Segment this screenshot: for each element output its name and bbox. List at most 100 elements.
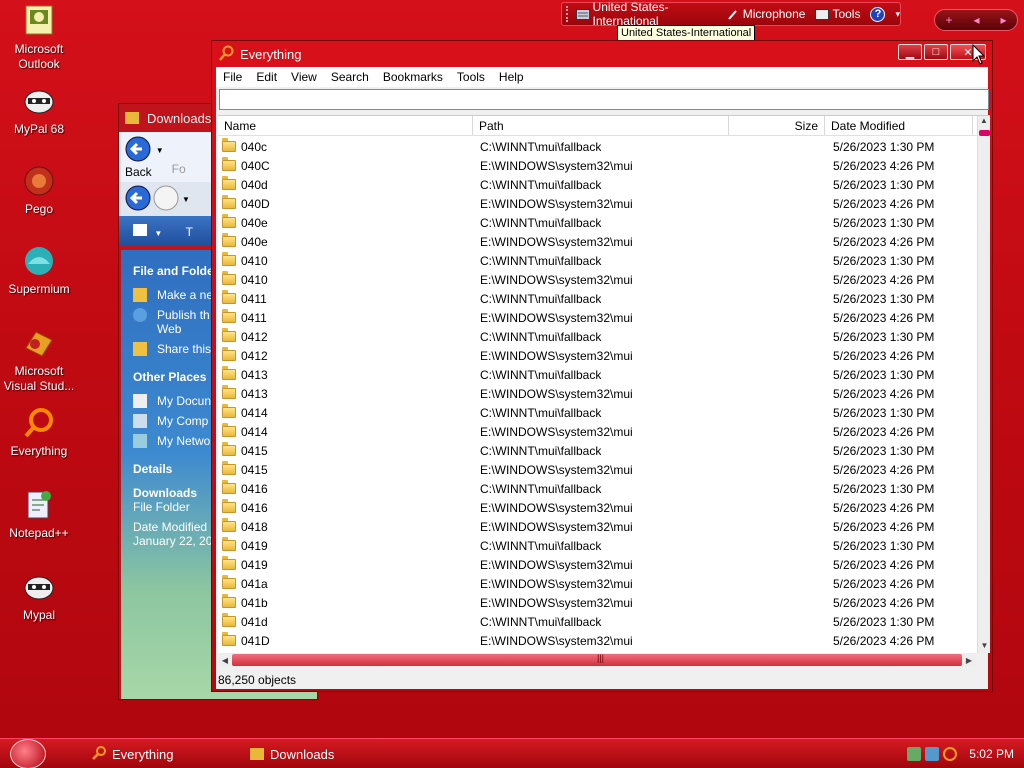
back-button[interactable]: Back <box>125 136 152 179</box>
scroll-thumb[interactable] <box>979 130 990 136</box>
column-date-modified[interactable]: Date Modified <box>825 116 973 135</box>
nav-forward-icon[interactable] <box>153 185 179 214</box>
table-row[interactable]: 041d C:\WINNT\mui\fallback 5/26/2023 1:30 … <box>218 612 978 631</box>
table-row[interactable]: 0414 E:\WINDOWS\system32\mui 5/26/2023 4:2… <box>218 422 978 441</box>
tools-button[interactable]: Tools <box>815 7 860 21</box>
menu-tools[interactable]: Tools <box>450 70 492 84</box>
desktop-icon-pego[interactable]: Pego <box>0 164 78 217</box>
row-date: 5/26/2023 4:26 PM <box>833 595 935 610</box>
folder-icon <box>222 309 236 323</box>
next-icon[interactable]: ▸ <box>1000 13 1006 27</box>
desktop-icon-outlook[interactable]: Microsoft Outlook <box>0 4 78 72</box>
table-row[interactable]: 0416 E:\WINDOWS\system32\mui 5/26/2023 4:2… <box>218 498 978 517</box>
table-row[interactable]: 0411 E:\WINDOWS\system32\mui 5/26/2023 4:2… <box>218 308 978 327</box>
table-row[interactable]: 0415 E:\WINDOWS\system32\mui 5/26/2023 4:2… <box>218 460 978 479</box>
menu-edit[interactable]: Edit <box>249 70 284 84</box>
column-size[interactable]: Size <box>729 116 825 135</box>
notepad-plus-icon <box>22 488 56 522</box>
outlook-icon <box>22 4 56 38</box>
table-row[interactable]: 040c C:\WINNT\mui\fallback 5/26/2023 1:30 … <box>218 137 978 156</box>
language-label: United States-International <box>592 0 669 28</box>
menu-file[interactable]: File <box>216 70 249 84</box>
table-row[interactable]: 040e C:\WINNT\mui\fallback 5/26/2023 1:30 … <box>218 213 978 232</box>
scroll-up-icon[interactable]: ▲ <box>978 116 990 129</box>
table-row[interactable]: 0419 E:\WINDOWS\system32\mui 5/26/2023 4:2… <box>218 555 978 574</box>
scroll-left-icon[interactable]: ◀ <box>218 656 232 665</box>
vertical-scrollbar[interactable]: ▲ ▼ <box>977 116 990 653</box>
column-name[interactable]: Name <box>218 116 473 135</box>
row-name: 041b <box>218 594 473 610</box>
view-icon[interactable] <box>133 224 147 236</box>
taskbar-button-everything[interactable]: Everything <box>86 742 236 766</box>
table-row[interactable]: 0412 C:\WINNT\mui\fallback 5/26/2023 1:30 … <box>218 327 978 346</box>
table-row[interactable]: 040D E:\WINDOWS\system32\mui 5/26/2023 4:2… <box>218 194 978 213</box>
tray-everything-icon[interactable] <box>943 747 958 761</box>
scroll-down-icon[interactable]: ▼ <box>978 641 990 653</box>
taskbar-button-downloads[interactable]: Downloads <box>244 742 394 766</box>
table-row[interactable]: 0413 C:\WINNT\mui\fallback 5/26/2023 1:30 … <box>218 365 978 384</box>
table-row[interactable]: 040C E:\WINDOWS\system32\mui 5/26/2023 4:2… <box>218 156 978 175</box>
table-row[interactable]: 040e E:\WINDOWS\system32\mui 5/26/2023 4:2… <box>218 232 978 251</box>
table-row[interactable]: 0413 E:\WINDOWS\system32\mui 5/26/2023 4:2… <box>218 384 978 403</box>
back-dropdown-icon[interactable]: ▼ <box>156 146 164 155</box>
scroll-right-icon[interactable]: ▶ <box>962 656 976 665</box>
row-name-text: 0415 <box>241 462 268 477</box>
horizontal-scrollbar[interactable]: ◀ ▶ <box>218 653 976 667</box>
column-path[interactable]: Path <box>473 116 729 135</box>
search-input[interactable] <box>219 89 989 110</box>
tools-label: Tools <box>832 7 861 21</box>
langbar-options-icon[interactable]: ▾ <box>895 9 900 20</box>
row-name-text: 0414 <box>241 424 268 439</box>
table-row[interactable]: 0412 E:\WINDOWS\system32\mui 5/26/2023 4:2… <box>218 346 978 365</box>
desktop-icon-supermium[interactable]: Supermium <box>0 244 78 297</box>
row-path: E:\WINDOWS\system32\mui <box>480 424 633 439</box>
start-button[interactable] <box>10 738 46 768</box>
desktop-icon-everything[interactable]: Everything <box>0 406 78 459</box>
nav-back-icon[interactable] <box>125 185 151 214</box>
help-button[interactable]: ? <box>870 6 886 22</box>
clock[interactable]: 5:02 PM <box>969 747 1014 761</box>
everything-window[interactable]: Everything ▁ □ ✕ File Edit View Search B… <box>211 40 993 692</box>
folder-icon <box>222 461 236 475</box>
table-row[interactable]: 0418 E:\WINDOWS\system32\mui 5/26/2023 4:2… <box>218 517 978 536</box>
row-date: 5/26/2023 4:26 PM <box>833 424 935 439</box>
prev-icon[interactable]: ◂ <box>973 13 979 27</box>
table-row[interactable]: 0416 C:\WINNT\mui\fallback 5/26/2023 1:30 … <box>218 479 978 498</box>
menu-bookmarks[interactable]: Bookmarks <box>376 70 450 84</box>
tray-network-icon[interactable] <box>907 747 922 761</box>
table-row[interactable]: 0410 E:\WINDOWS\system32\mui 5/26/2023 4:2… <box>218 270 978 289</box>
microphone-button[interactable]: Microphone <box>726 7 805 21</box>
maximize-button[interactable]: □ <box>924 44 948 60</box>
desktop-icon-label: Microsoft Visual Stud... <box>3 364 75 393</box>
table-row[interactable]: 0411 C:\WINNT\mui\fallback 5/26/2023 1:30 … <box>218 289 978 308</box>
table-row[interactable]: 041b E:\WINDOWS\system32\mui 5/26/2023 4:2… <box>218 593 978 612</box>
view-label[interactable]: T <box>186 225 193 239</box>
menu-search[interactable]: Search <box>324 70 376 84</box>
row-name: 0410 <box>218 252 473 268</box>
table-row[interactable]: 0419 C:\WINNT\mui\fallback 5/26/2023 1:30 … <box>218 536 978 555</box>
everything-titlebar[interactable]: Everything ▁ □ ✕ <box>212 41 992 67</box>
plus-icon[interactable]: + <box>945 13 952 27</box>
menu-view[interactable]: View <box>284 70 324 84</box>
desktop-icon-notepad-plus[interactable]: Notepad++ <box>0 488 78 541</box>
table-row[interactable]: 0415 C:\WINNT\mui\fallback 5/26/2023 1:30 … <box>218 441 978 460</box>
langbar-grip[interactable] <box>566 6 572 22</box>
desktop-icon-visual-studio[interactable]: Microsoft Visual Stud... <box>0 326 78 394</box>
tray-display-icon[interactable] <box>925 747 940 761</box>
table-row[interactable]: 041a E:\WINDOWS\system32\mui 5/26/2023 4:2… <box>218 574 978 593</box>
desktop-icon-mypal68[interactable]: MyPal 68 <box>0 84 78 137</box>
table-row[interactable]: 0410 C:\WINNT\mui\fallback 5/26/2023 1:30 … <box>218 251 978 270</box>
horizontal-scroll-thumb[interactable] <box>232 653 962 666</box>
table-row[interactable]: 0414 C:\WINNT\mui\fallback 5/26/2023 1:30 … <box>218 403 978 422</box>
nav-dropdown-icon[interactable]: ▼ <box>182 195 190 204</box>
minimize-button[interactable]: ▁ <box>898 44 922 60</box>
table-row[interactable]: 040d C:\WINNT\mui\fallback 5/26/2023 1:30 … <box>218 175 978 194</box>
row-name-text: 0419 <box>241 557 268 572</box>
row-path: E:\WINDOWS\system32\mui <box>480 557 633 572</box>
view-dropdown-icon[interactable]: ▼ <box>154 229 162 238</box>
menu-help[interactable]: Help <box>492 70 531 84</box>
table-row[interactable]: 041D E:\WINDOWS\system32\mui 5/26/2023 4:2… <box>218 631 978 650</box>
desktop-icon-mypal[interactable]: Mypal <box>0 570 78 623</box>
forward-label[interactable]: Fo <box>172 162 186 176</box>
language-selector[interactable]: United States-International <box>575 0 716 28</box>
